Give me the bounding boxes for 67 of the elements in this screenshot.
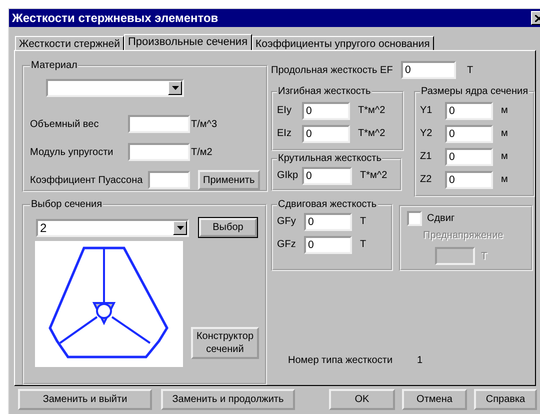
tab[interactable]: Произвольные сечения <box>124 34 252 50</box>
input-field[interactable]: 0 <box>302 166 352 184</box>
input-field[interactable]: 0 <box>302 124 350 142</box>
tab[interactable]: Коэффициенты упругого основания <box>252 36 434 50</box>
unit-label: м <box>500 174 509 185</box>
unit-label: м <box>500 105 509 116</box>
stiffness-type-value: 1 <box>417 355 423 366</box>
input-field[interactable]: 0 <box>304 236 352 254</box>
group-title: Крутильная жесткость <box>277 153 382 164</box>
dialog-button[interactable]: Справка <box>474 389 537 410</box>
field-label: EIz <box>277 128 292 139</box>
input-field[interactable]: 0 <box>304 212 352 230</box>
field-label: Z2 <box>420 174 433 185</box>
input-field[interactable]: 0 <box>445 170 493 188</box>
group-title: Изгибная жесткость <box>277 86 372 97</box>
field-label: Продольная жесткость EF <box>271 64 394 76</box>
dialog-button[interactable]: OK <box>329 389 395 410</box>
window-title: Жесткости стержневых элементов <box>12 11 218 25</box>
unit-label: Т*м^2 <box>359 170 388 181</box>
material-dropdown[interactable] <box>46 79 184 97</box>
dropdown-arrow-icon <box>172 86 178 90</box>
apply-button[interactable]: Применить <box>198 170 260 190</box>
field-label: Модуль упругости <box>30 146 114 158</box>
constructor-button[interactable]: Конструктор сечений <box>191 327 259 359</box>
checkbox-label: Сдвиг <box>427 213 455 224</box>
group-title: Сдвиговая жесткость <box>277 199 378 210</box>
input-field[interactable] <box>128 143 190 161</box>
input-field[interactable]: 0 <box>302 102 350 120</box>
field-label: Преднапряжение <box>423 230 504 241</box>
unit-label: Т*м^2 <box>357 105 386 116</box>
field-label: GFz <box>277 239 297 250</box>
input-field[interactable]: 0 <box>401 61 456 79</box>
group-title: Размеры ядра сечения <box>420 86 530 97</box>
dropdown-arrow-icon <box>176 226 184 230</box>
unit-label: Т <box>359 216 368 227</box>
unit-label: Т/м^3 <box>190 118 218 130</box>
input-field[interactable] <box>435 247 475 265</box>
field-label: Коэффициент Пуассона <box>30 174 144 186</box>
dialog-button[interactable]: Заменить и продолжить <box>161 389 295 410</box>
unit-label: м <box>500 128 509 139</box>
field-label: Номер типа жесткости <box>288 355 394 366</box>
input-field[interactable]: 0 <box>445 124 493 142</box>
unit-label: Т <box>466 64 474 76</box>
select-button[interactable]: Выбор <box>199 218 257 237</box>
field-label: GFy <box>277 216 297 227</box>
field-label: Y1 <box>420 105 434 116</box>
field-label: GIkp <box>277 170 299 181</box>
input-field[interactable]: 0 <box>445 148 493 166</box>
input-field[interactable] <box>128 115 190 133</box>
group-title: Выбор сечения <box>30 199 104 210</box>
field-label: Z1 <box>420 151 433 162</box>
dropdown-value: 2 <box>40 220 47 234</box>
field-label: Y2 <box>420 128 434 139</box>
field-label: EIy <box>277 105 292 116</box>
unit-label: Т <box>359 239 368 250</box>
dialog-button[interactable]: Отмена <box>402 389 467 410</box>
dialog-button[interactable]: Заменить и выйти <box>18 389 152 410</box>
input-field[interactable] <box>148 171 190 189</box>
field-label: Объемный вес <box>30 118 100 130</box>
unit-label: м <box>500 151 509 162</box>
section-dropdown[interactable]: 2 <box>36 218 189 236</box>
input-field[interactable]: 0 <box>445 102 493 120</box>
tab[interactable]: Жесткости стержней <box>15 36 124 50</box>
unit-label: Т <box>481 250 488 262</box>
unit-label: Т*м^2 <box>357 128 386 139</box>
group-title: Материал <box>30 60 78 71</box>
unit-label: Т/м2 <box>190 146 212 158</box>
